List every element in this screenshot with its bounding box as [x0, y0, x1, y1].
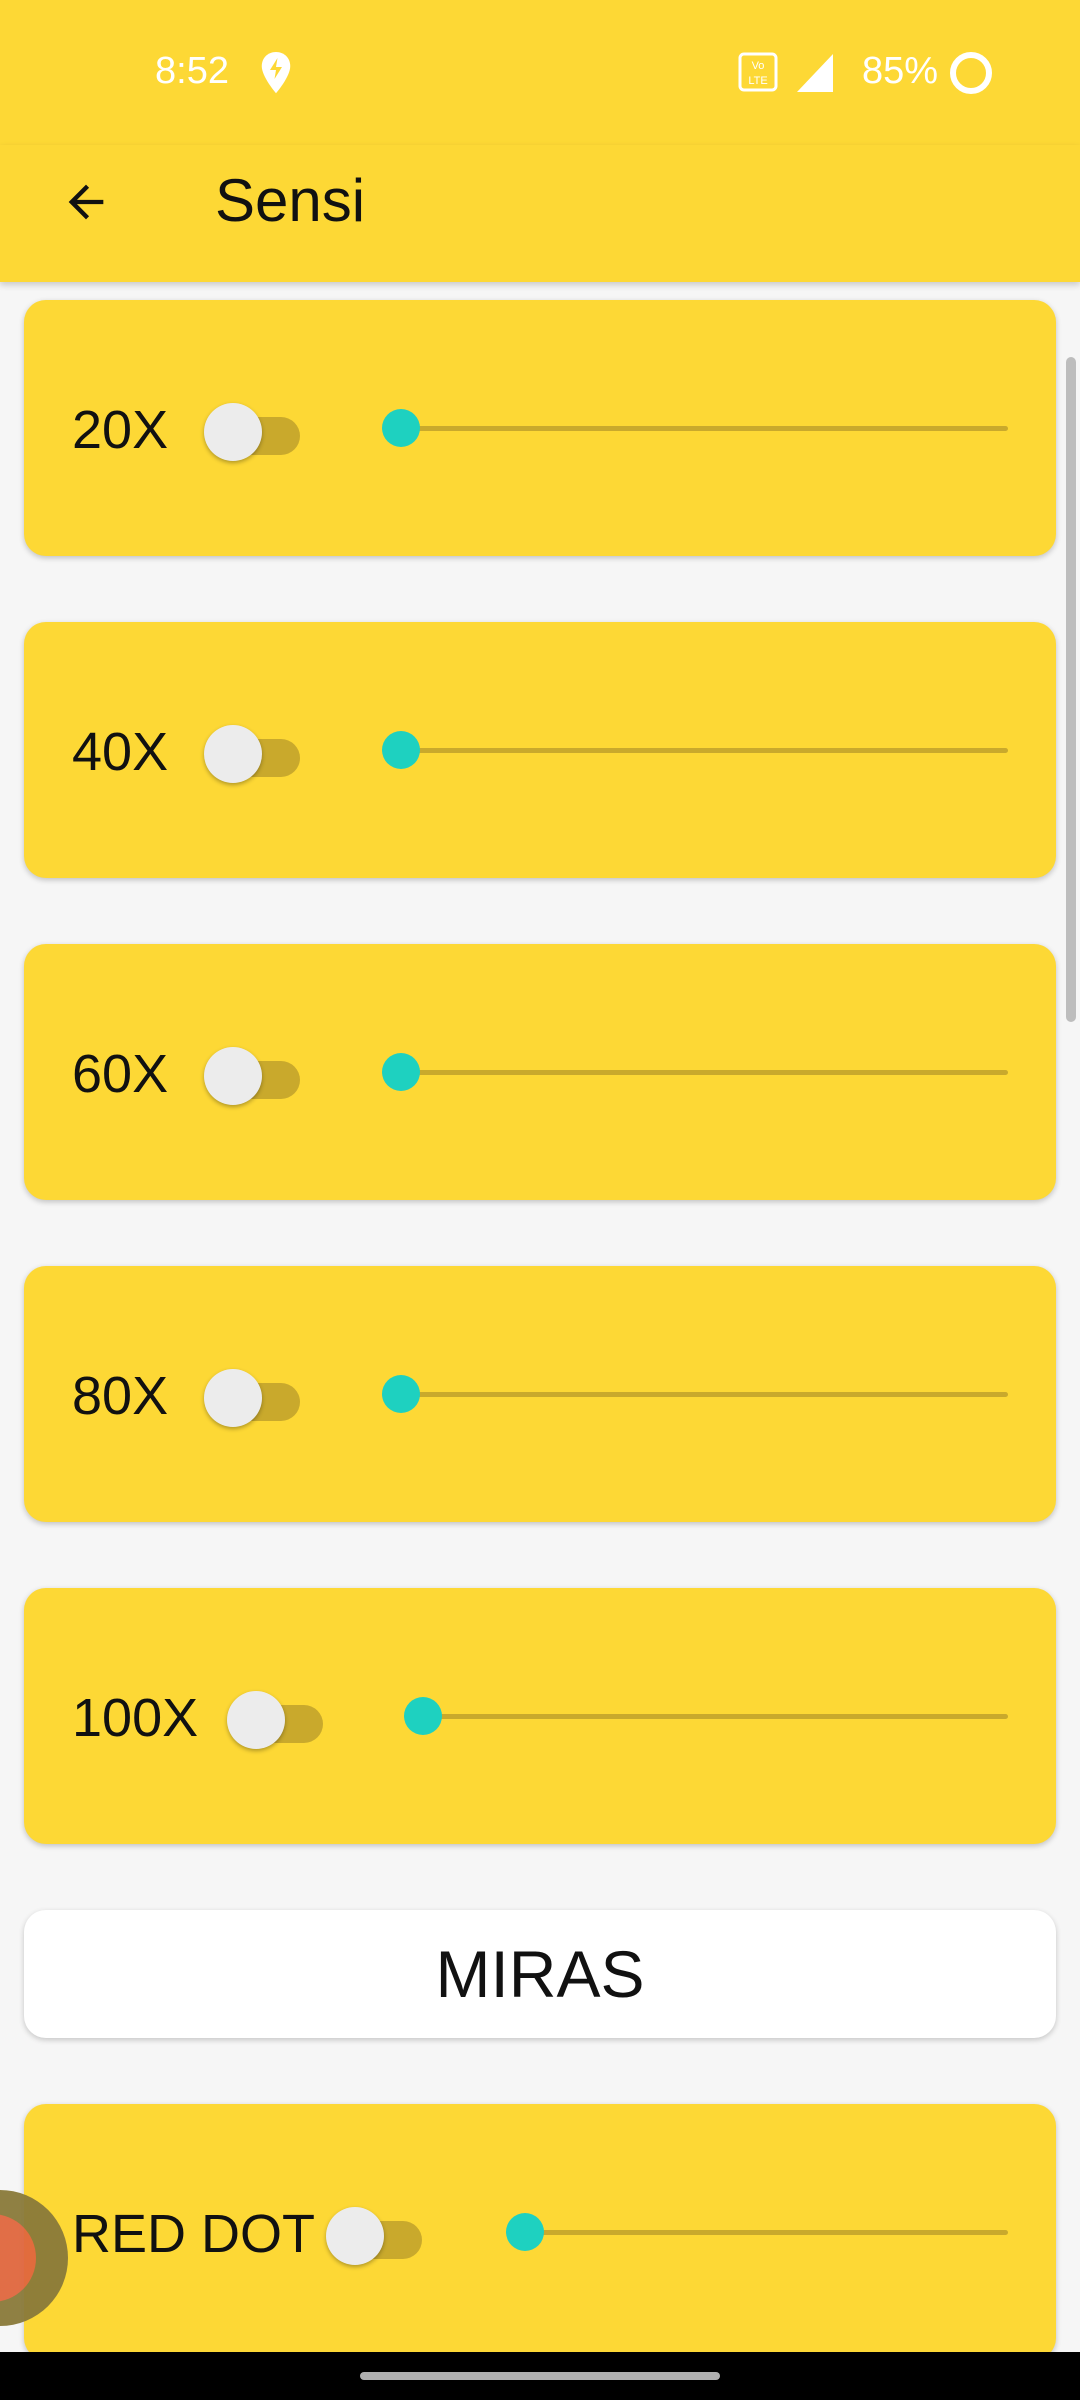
chevron-right-icon [0, 2214, 36, 2302]
toggle-thumb [204, 1369, 262, 1427]
slider-rail [382, 748, 1008, 753]
slider-rail [506, 2230, 1008, 2235]
app-bar: Sensi [0, 145, 1080, 282]
scope-label: 20X [72, 400, 169, 460]
miras-section-button[interactable]: MIRAS [24, 1910, 1056, 2038]
slider-rail [382, 1392, 1008, 1397]
status-time: 8:52 [155, 50, 229, 92]
scope-card-20x: 20X [24, 300, 1056, 556]
sight-card-red-dot: RED DOT [24, 2104, 1056, 2352]
sensitivity-slider[interactable] [404, 1696, 1008, 1736]
back-button[interactable] [54, 170, 118, 234]
scope-label: 100X [72, 1688, 199, 1748]
scope-toggle[interactable] [227, 1688, 325, 1749]
signal-icon [797, 54, 833, 92]
sight-toggle[interactable] [326, 2204, 424, 2265]
settings-list[interactable]: 20X 40X 60X 80X 100X MIRAS RED DOT [0, 282, 1080, 2352]
scope-toggle[interactable] [204, 722, 302, 783]
battery-percent: 85% [862, 50, 939, 92]
slider-rail [382, 1070, 1008, 1075]
sensitivity-slider[interactable] [382, 1374, 1008, 1414]
navigation-bar [0, 2352, 1080, 2400]
page-title: Sensi [215, 167, 366, 234]
scope-toggle[interactable] [204, 1044, 302, 1105]
toggle-thumb [227, 1691, 285, 1749]
scope-card-40x: 40X [24, 622, 1056, 878]
slider-knob[interactable] [506, 2213, 544, 2251]
sensitivity-slider[interactable] [382, 1052, 1008, 1092]
toggle-thumb [204, 725, 262, 783]
slider-rail [382, 426, 1008, 431]
slider-knob[interactable] [382, 1375, 420, 1413]
slider-knob[interactable] [382, 1053, 420, 1091]
toggle-thumb [326, 2207, 384, 2265]
home-gesture-handle[interactable] [360, 2372, 720, 2380]
scope-toggle[interactable] [204, 1366, 302, 1427]
scope-label: 40X [72, 722, 169, 782]
scope-card-60x: 60X [24, 944, 1056, 1200]
volte-icon: Vo LTE [738, 52, 778, 92]
slider-knob[interactable] [404, 1697, 442, 1735]
slider-rail [404, 1714, 1008, 1719]
section-title: MIRAS [435, 1937, 645, 2011]
scope-card-80x: 80X [24, 1266, 1056, 1522]
sensitivity-slider[interactable] [382, 730, 1008, 770]
sensitivity-slider[interactable] [382, 408, 1008, 448]
slider-knob[interactable] [382, 409, 420, 447]
scope-label: 80X [72, 1366, 169, 1426]
status-bar: 8:52 Vo LTE 85% [0, 0, 1080, 145]
arrow-left-icon [68, 184, 104, 220]
location-pin-icon [261, 52, 291, 94]
scope-card-100x: 100X [24, 1588, 1056, 1844]
scope-toggle[interactable] [204, 400, 302, 461]
battery-ring-icon [950, 52, 992, 94]
slider-knob[interactable] [382, 731, 420, 769]
svg-text:LTE: LTE [748, 75, 767, 87]
scope-label: 60X [72, 1044, 169, 1104]
toggle-thumb [204, 1047, 262, 1105]
toggle-thumb [204, 403, 262, 461]
sight-label: RED DOT [72, 2204, 315, 2264]
scrollbar[interactable] [1066, 357, 1076, 1022]
svg-text:Vo: Vo [752, 60, 765, 72]
sensitivity-slider[interactable] [506, 2212, 1008, 2252]
